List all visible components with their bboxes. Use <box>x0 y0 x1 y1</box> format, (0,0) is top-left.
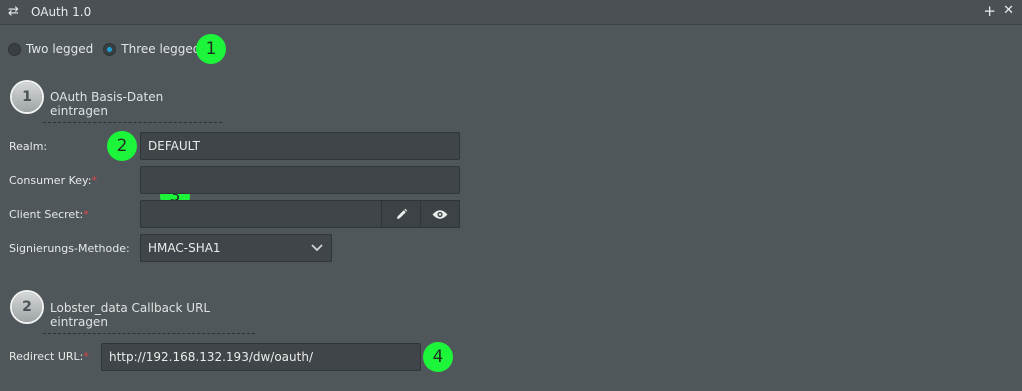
annotation-marker-4: 4 <box>423 342 453 372</box>
required-marker: * <box>83 208 89 221</box>
section2-title: Lobster_data Callback URL eintragen <box>43 301 255 334</box>
required-marker: * <box>91 174 97 187</box>
radio-two-legged-label[interactable]: Two legged <box>26 42 93 56</box>
consumer-key-input[interactable] <box>140 166 460 194</box>
window-title: OAuth 1.0 <box>31 5 92 19</box>
radio-three-legged[interactable] <box>103 42 117 56</box>
eye-icon <box>432 209 448 219</box>
redirect-url-label: Redirect URL:* <box>9 350 89 363</box>
auth-mode-radio-group: Two legged Three legged <box>8 41 200 57</box>
signing-method-value: HMAC-SHA1 <box>148 241 221 255</box>
close-icon[interactable]: ✕ <box>1003 3 1014 18</box>
chevron-down-icon <box>311 244 323 252</box>
section1-step-badge: 1 <box>12 82 42 112</box>
annotation-marker-2: 2 <box>107 131 137 161</box>
redirect-url-input[interactable]: http://192.168.132.193/dw/oauth/ <box>101 343 421 371</box>
section2-step-badge: 2 <box>12 292 42 322</box>
consumer-key-label: Consumer Key:* <box>9 174 97 187</box>
realm-label: Realm: <box>9 140 48 153</box>
pencil-icon <box>396 208 407 219</box>
show-secret-button[interactable] <box>420 200 460 228</box>
signing-method-select[interactable]: HMAC-SHA1 <box>140 234 332 262</box>
required-marker: * <box>83 350 89 363</box>
swap-arrows-icon: ⇄ <box>8 4 19 19</box>
window-titlebar: ⇄ OAuth 1.0 + ✕ <box>0 0 1022 25</box>
client-secret-input[interactable] <box>140 200 382 228</box>
signing-method-label: Signierungs-Methode: <box>9 242 130 255</box>
add-icon[interactable]: + <box>983 2 996 20</box>
annotation-marker-1: 1 <box>196 34 226 64</box>
radio-two-legged[interactable] <box>8 42 21 56</box>
radio-three-legged-label[interactable]: Three legged <box>121 42 200 56</box>
realm-input[interactable]: DEFAULT <box>140 132 460 160</box>
edit-secret-button[interactable] <box>381 200 421 228</box>
client-secret-label: Client Secret:* <box>9 208 89 221</box>
section1-title: OAuth Basis-Daten eintragen <box>43 90 222 123</box>
